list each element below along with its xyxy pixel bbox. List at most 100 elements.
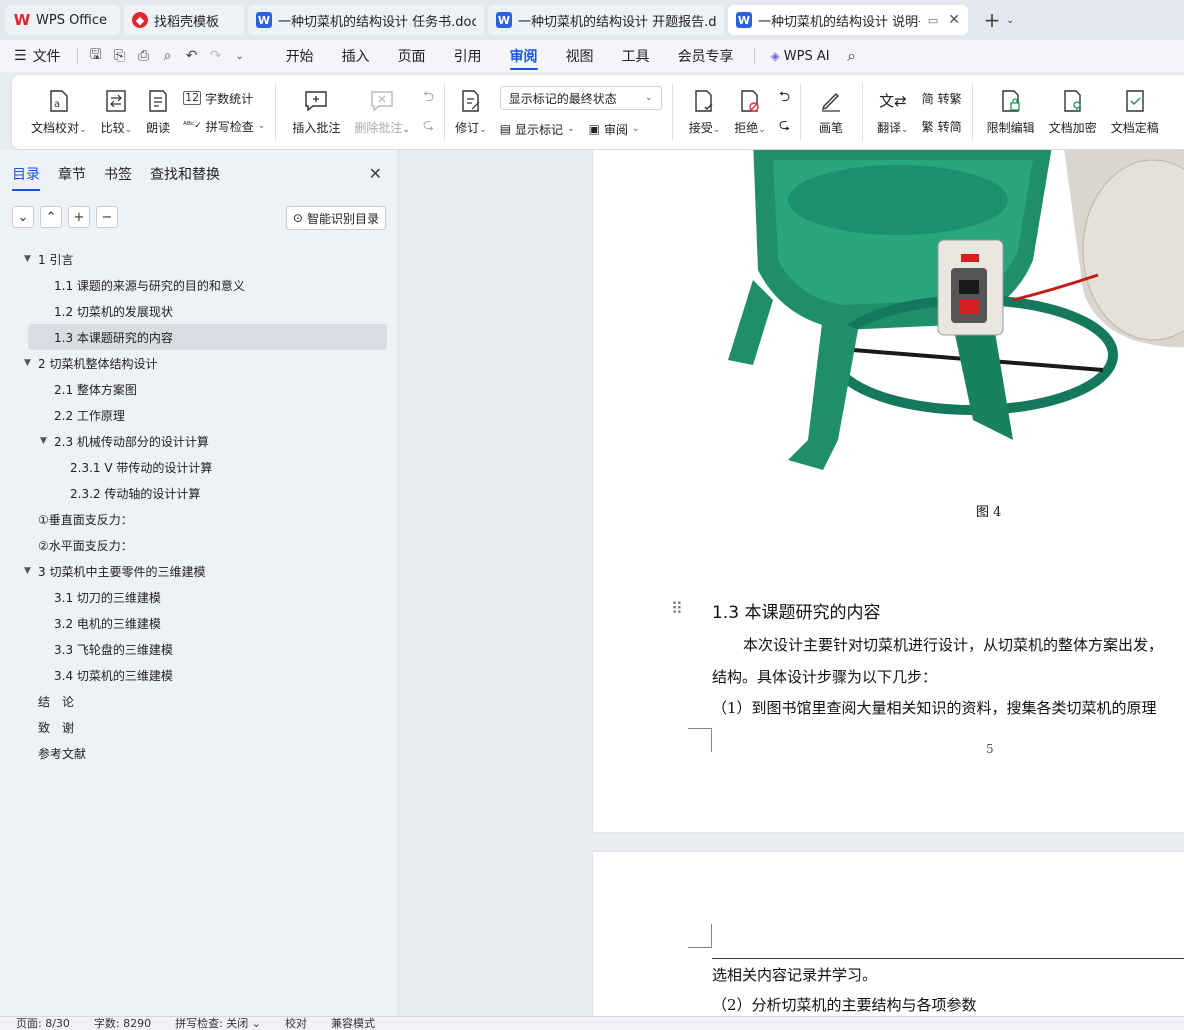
- page-indicator[interactable]: 页面: 8/30: [16, 1017, 82, 1030]
- tab-home[interactable]: 开始: [272, 40, 328, 72]
- toc-item[interactable]: 3.4 切菜机的三维建模: [0, 662, 399, 688]
- toc-item[interactable]: 2.1 整体方案图: [0, 376, 399, 402]
- document-page[interactable]: 图 4 ⠿ 1.3 本课题研究的内容 本次设计主要针对切菜机进行设计，从切菜机的…: [593, 150, 1184, 832]
- toc-item[interactable]: 致 谢: [0, 714, 399, 740]
- tab-references[interactable]: 引用: [440, 40, 496, 72]
- insert-comment-button[interactable]: 插入批注: [287, 81, 345, 143]
- toc-item[interactable]: ②水平面支反力：: [0, 532, 399, 558]
- tab-docer-templates[interactable]: ◆ 找稻壳模板: [124, 5, 244, 35]
- toc-item[interactable]: ▼ 3 切菜机中主要零件的三维建模: [0, 558, 399, 584]
- reject-icon: [738, 89, 762, 113]
- show-markup-button[interactable]: ▤ 显示标记 ⌄: [500, 120, 575, 138]
- toc-item[interactable]: 结 论: [0, 688, 399, 714]
- tab-review[interactable]: 审阅: [496, 40, 552, 72]
- print-icon[interactable]: ⎙: [132, 40, 156, 72]
- toc-item-label: 2.3.2 传动轴的设计计算: [70, 486, 201, 501]
- close-icon[interactable]: ✕: [948, 12, 960, 28]
- tab-task-book[interactable]: W 一种切菜机的结构设计 任务书.docx: [248, 5, 484, 35]
- tab-sections[interactable]: 章节: [58, 164, 86, 184]
- header-rule: [712, 958, 1184, 959]
- review-pane-button[interactable]: ▣ 审阅 ⌄: [589, 120, 640, 138]
- proofread-status[interactable]: 校对: [273, 1017, 319, 1030]
- collapse-arrow-icon[interactable]: ▼: [24, 358, 31, 368]
- plus-icon[interactable]: +: [68, 206, 90, 228]
- tab-view[interactable]: 视图: [552, 40, 608, 72]
- collapse-arrow-icon[interactable]: ▼: [40, 436, 47, 446]
- pen-button[interactable]: 画笔: [814, 81, 848, 143]
- tab-insert[interactable]: 插入: [328, 40, 384, 72]
- tab-proposal-report[interactable]: W 一种切菜机的结构设计 开题报告.docx: [488, 5, 724, 35]
- file-menu[interactable]: ☰ 文件: [0, 40, 71, 72]
- collapse-arrow-icon[interactable]: ▼: [24, 254, 31, 264]
- minus-icon[interactable]: −: [96, 206, 118, 228]
- reject-button[interactable]: 拒绝⌄: [729, 81, 771, 143]
- toc-item[interactable]: 1.3 本课题研究的内容: [28, 324, 387, 350]
- translate-button[interactable]: 文⇄ 翻译⌄: [872, 81, 914, 143]
- tab-specification[interactable]: W 一种切菜机的结构设计 说明书 ▭ ✕: [728, 5, 968, 35]
- paragraph-line: 选相关内容记录并学习。: [712, 966, 878, 984]
- spell-check-button[interactable]: ᴬᴮᶜ✓ 拼写检查 ⌄: [183, 117, 265, 135]
- markup-display-select[interactable]: 显示标记的最终状态 ⌄: [499, 86, 662, 110]
- accept-button[interactable]: 接受⌄: [684, 81, 726, 143]
- toc-item[interactable]: ①垂直面支反力：: [0, 506, 399, 532]
- customize-chevron-icon[interactable]: ⌄: [228, 40, 252, 72]
- tab-bookmarks[interactable]: 书签: [104, 164, 132, 184]
- undo-icon[interactable]: ↶: [180, 40, 204, 72]
- save-icon[interactable]: 🖫: [84, 40, 108, 72]
- share-icon[interactable]: ⎘: [108, 40, 132, 72]
- doc-check-button[interactable]: a 文档校对⌄: [26, 81, 92, 143]
- tab-tools[interactable]: 工具: [608, 40, 664, 72]
- restrict-edit-button[interactable]: 限制编辑: [982, 81, 1040, 143]
- toc-item[interactable]: 1.1 课题的来源与研究的目的和意义: [0, 272, 399, 298]
- close-icon[interactable]: ✕: [369, 164, 382, 183]
- print-preview-icon[interactable]: ⌕: [156, 40, 180, 72]
- collapse-arrow-icon[interactable]: ▼: [24, 566, 31, 576]
- chevron-up-icon[interactable]: ⌃: [40, 206, 62, 228]
- track-changes-icon: [459, 89, 483, 113]
- tab-find-replace[interactable]: 查找和替换: [150, 164, 220, 184]
- toc-item[interactable]: ▼ 1 引言: [0, 246, 399, 272]
- toc-item[interactable]: 2.2 工作原理: [0, 402, 399, 428]
- toc-item[interactable]: ▼ 2.3 机械传动部分的设计计算: [0, 428, 399, 454]
- monitor-icon[interactable]: ▭: [928, 14, 938, 27]
- compare-button[interactable]: 比较⌄: [96, 81, 138, 143]
- to-simplified-button[interactable]: 繁 转简: [922, 117, 962, 135]
- toc-item[interactable]: 2.3.2 传动轴的设计计算: [0, 480, 399, 506]
- toc-item[interactable]: ▼ 2 切菜机整体结构设计: [0, 350, 399, 376]
- next-change-icon[interactable]: ⮎: [779, 117, 790, 135]
- to-traditional-button[interactable]: 简 转繁: [922, 89, 962, 107]
- finalize-button[interactable]: 文档定稿: [1106, 81, 1164, 143]
- word-count-button[interactable]: 12 字数统计: [183, 89, 265, 107]
- document-canvas[interactable]: 图 4 ⠿ 1.3 本课题研究的内容 本次设计主要针对切菜机进行设计，从切菜机的…: [400, 150, 1184, 1016]
- drag-handle-icon[interactable]: ⠿: [671, 599, 683, 618]
- delete-comment-button[interactable]: 删除批注⌄: [349, 81, 415, 143]
- track-changes-button[interactable]: 修订⌄: [450, 81, 492, 143]
- previous-comment-icon[interactable]: ⮌: [423, 89, 434, 107]
- toc-item[interactable]: 2.3.1 V 带传动的设计计算: [0, 454, 399, 480]
- chevron-down-icon[interactable]: ⌄: [12, 206, 34, 228]
- tab-member[interactable]: 会员专享: [664, 40, 748, 72]
- tracking-group: 修订⌄ 显示标记的最终状态 ⌄ ▤ 显示标记 ⌄ ▣ 审阅 ⌄: [444, 75, 672, 149]
- tab-page[interactable]: 页面: [384, 40, 440, 72]
- word-count-indicator[interactable]: 字数: 8290: [82, 1017, 163, 1030]
- wps-ai-button[interactable]: ◈ WPS AI: [761, 40, 840, 72]
- encrypt-button[interactable]: 文档加密: [1044, 81, 1102, 143]
- next-comment-icon[interactable]: ⮎: [423, 117, 434, 135]
- toc-item[interactable]: 3.3 飞轮盘的三维建模: [0, 636, 399, 662]
- toc-item[interactable]: 3.2 电机的三维建模: [0, 610, 399, 636]
- toc-item-label: 1 引言: [38, 252, 74, 267]
- tab-wps-office[interactable]: W WPS Office: [6, 5, 120, 35]
- read-aloud-button[interactable]: 朗读: [141, 81, 175, 143]
- document-page[interactable]: 选相关内容记录并学习。 （2）分析切菜机的主要结构与各项参数: [593, 852, 1184, 1016]
- search-icon[interactable]: ⌕: [840, 40, 864, 72]
- toc-item[interactable]: 1.2 切菜机的发展现状: [0, 298, 399, 324]
- toc-item[interactable]: 3.1 切刀的三维建模: [0, 584, 399, 610]
- tab-toc[interactable]: 目录: [12, 164, 40, 191]
- toc-item[interactable]: 参考文献: [0, 740, 399, 766]
- new-tab-button[interactable]: +: [982, 8, 1002, 32]
- spell-check-status[interactable]: 拼写检查: 关闭 ⌄: [163, 1017, 273, 1030]
- redo-icon[interactable]: ↷: [204, 40, 228, 72]
- smart-toc-button[interactable]: ⊙ 智能识别目录: [285, 206, 386, 230]
- previous-change-icon[interactable]: ⮌: [779, 89, 790, 107]
- chevron-down-icon[interactable]: ⌄: [1006, 15, 1014, 26]
